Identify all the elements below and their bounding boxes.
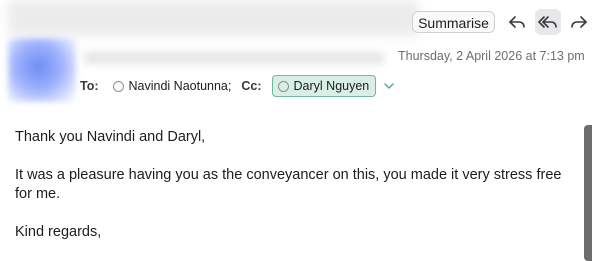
to-recipient-name: Navindi Naotunna; (128, 79, 232, 93)
contact-status-icon (277, 80, 289, 92)
cc-recipient-chip[interactable]: Daryl Nguyen (271, 75, 377, 97)
subject-redacted (8, 0, 418, 36)
expand-recipients-button[interactable] (384, 79, 395, 93)
sender-redacted (84, 52, 384, 64)
body-paragraph: Kind regards, (15, 224, 102, 240)
chevron-down-icon (384, 83, 395, 89)
message-date: Thursday, 2 April 2026 at 7:13 pm (398, 49, 585, 63)
contact-status-icon (112, 80, 124, 92)
forward-icon (571, 16, 587, 28)
forward-button[interactable] (566, 9, 592, 35)
message-body: Thank you Navindi and Daryl, It was a pl… (15, 128, 575, 261)
body-paragraph: It was a pleasure having you as the conv… (15, 167, 562, 202)
scrollbar[interactable] (584, 125, 592, 261)
body-paragraph: Thank you Navindi and Daryl, (15, 129, 206, 145)
reply-icon (509, 16, 525, 28)
to-recipient[interactable]: Navindi Naotunna; (112, 79, 232, 93)
message-header: Summarise Thursday, 2 April 2026 at 7:13… (0, 0, 592, 112)
summarise-button[interactable]: Summarise (412, 11, 495, 33)
reply-all-icon (538, 16, 557, 28)
reply-button[interactable] (504, 9, 530, 35)
to-label: To: (80, 79, 99, 93)
cc-recipient-name: Daryl Nguyen (293, 79, 370, 93)
avatar[interactable] (8, 38, 76, 102)
cc-label: Cc: (241, 79, 262, 93)
reply-all-button[interactable] (535, 9, 561, 35)
recipients-row: To: Navindi Naotunna; Cc: Daryl Nguyen (80, 75, 395, 97)
